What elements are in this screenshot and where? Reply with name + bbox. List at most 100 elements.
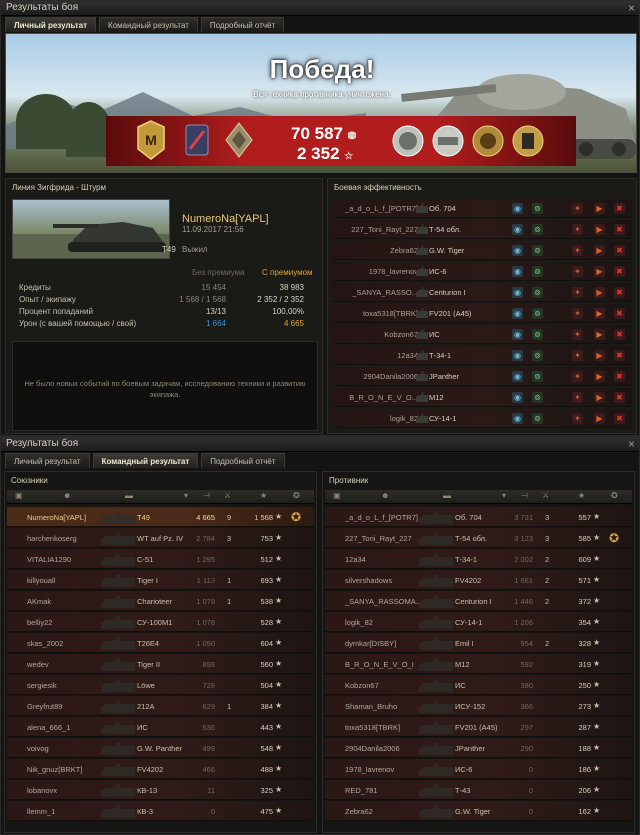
player-row[interactable]: 1978_lavrenov ИС-6 0 186 ★ [325,759,632,779]
player-row[interactable]: silvershadows FV4202 1 661 2 571 ★ [325,570,632,590]
tank-icon [419,637,453,650]
sort-damage-icon[interactable]: ▾ [502,491,506,500]
squad-icon[interactable]: ▣ [15,491,23,500]
player-row[interactable]: Shaman_Bruho ИСУ-152 366 273 ★ [325,696,632,716]
star-icon: ★ [275,554,283,563]
critical-hit-icon: ✦ [572,245,583,256]
damage-value: 629 [202,702,215,711]
player-name: wedev [27,660,49,669]
kills-icon[interactable]: ⚔ [542,491,549,500]
star-icon: ★ [593,701,601,710]
assist-icon: ⊚ [532,203,543,214]
damage-icon[interactable]: ⊣ [203,491,210,500]
player-row[interactable]: logik_82 СУ-14-1 1 206 354 ★ [325,612,632,632]
efficiency-tank-name: G.W. Tiger [429,246,465,255]
sort-damage-icon[interactable]: ▾ [184,491,188,500]
efficiency-row[interactable]: toxa5318[TBRK] FV201 (A45) ◉ ⊚ ✦ ▶ ✖ [332,304,632,323]
tank-name: СУ-100М1 [137,618,173,627]
tank-type-icon[interactable]: ▬ [443,491,451,500]
kills-value: 1 [227,702,232,711]
close-icon[interactable]: × [628,437,635,451]
player-row[interactable]: belliy22 СУ-100М1 1 078 528 ★ [7,612,314,632]
damage-value: 0 [528,765,533,774]
experience-icon[interactable]: ★ [260,491,267,500]
experience-earned: 2 352 ☆ [297,144,354,163]
tab-detailed-report[interactable]: Подробный отчёт [200,17,285,32]
kills-icon[interactable]: ⚔ [224,491,231,500]
efficiency-row[interactable]: Kobzon67 ИС ◉ ⊚ ✦ ▶ ✖ [332,325,632,344]
medal-icon: ✪ [609,531,620,545]
efficiency-row[interactable]: _a_d_o_L_f_[POTR7] Об. 704 ◉ ⊚ ✦ ▶ ✖ [332,199,632,218]
tab-personal-result[interactable]: Личный результат [5,453,90,468]
tank-type-icon[interactable]: ▬ [125,491,133,500]
experience-icon[interactable]: ★ [578,491,585,500]
titlebar: Результаты боя × [1,1,639,16]
player-row[interactable]: _a_d_o_L_f_[POTR7] Об. 704 3 731 3 557 ★ [325,507,632,527]
player-row[interactable]: sergiesik Löwe 728 504 ★ [7,675,314,695]
player-row[interactable]: Greyfrut89 212A 629 1 384 ★ [7,696,314,716]
tab-personal-result[interactable]: Личный результат [5,17,97,32]
damage-value: 11 [207,786,215,795]
squad-icon[interactable]: ▣ [333,491,341,500]
player-row[interactable]: Nik_gnuz[BRKT] FV4202 466 488 ★ [7,759,314,779]
efficiency-row[interactable]: B_R_O_N_E_V_O... M12 ◉ ⊚ ✦ ▶ ✖ [332,388,632,407]
player-row[interactable]: 2904Danila2006 JPanther 290 188 ★ [325,738,632,758]
tab-team-result[interactable]: Командный результат [92,453,199,468]
window-title: Результаты боя [6,438,79,449]
player-row[interactable]: harchenkoserg WT auf Pz. IV 2 784 3 753 ★ [7,528,314,548]
efficiency-row[interactable]: 2904Danila2006 JPanther ◉ ⊚ ✦ ▶ ✖ [332,367,632,386]
star-icon: ★ [593,512,601,521]
player-name: RED_781 [345,786,378,795]
star-icon: ★ [275,701,283,710]
tank-icon [419,553,453,566]
player-row[interactable]: 12a34 Т-34-1 2 002 2 609 ★ [325,549,632,569]
player-row[interactable]: AKmak Charioteer 1 078 1 538 ★ [7,591,314,611]
efficiency-row[interactable]: 12a34 Т-34-1 ◉ ⊚ ✦ ▶ ✖ [332,346,632,365]
efficiency-row[interactable]: _SANYA_RASSO... Centurion I ◉ ⊚ ✦ ▶ ✖ [332,283,632,302]
medals-icon[interactable]: ✪ [611,491,618,500]
player-row[interactable]: Zebra62 G.W. Tiger 0 162 ★ [325,801,632,821]
tank-name: Charioteer [137,597,173,606]
tank-name: FV4202 [455,576,482,585]
tab-team-result[interactable]: Командный результат [99,17,198,32]
player-row[interactable]: Kobzon67 ИС 380 250 ★ [325,675,632,695]
medals-icon[interactable]: ✪ [293,491,300,500]
player-row[interactable]: skas_2002 T26E4 1 050 604 ★ [7,633,314,653]
efficiency-row[interactable]: logik_82 СУ-14-1 ◉ ⊚ ✦ ▶ ✖ [332,409,632,428]
player-row[interactable]: _SANYA_RASSOMA... Centurion I 1 446 2 372 ★ [325,591,632,611]
damage-value: 1 050 [196,639,215,648]
efficiency-tank-name: Т-34-1 [429,351,452,360]
player-row[interactable]: alena_666_1 ИС 536 443 ★ [7,717,314,737]
efficiency-row[interactable]: Zebra62 G.W. Tiger ◉ ⊚ ✦ ▶ ✖ [332,241,632,260]
experience-value: 1 568 [254,513,273,522]
player-row[interactable]: wedev Tiger II 898 560 ★ [7,654,314,674]
player-name: 1978_lavrenov [345,765,395,774]
efficiency-row[interactable]: 227_Toni_Rayt_227 Т-54 обл. ◉ ⊚ ✦ ▶ ✖ [332,220,632,239]
battle-result-title: Победа! [269,54,375,84]
tank-image [13,222,169,258]
player-row[interactable]: B_R_O_N_E_V_O_I M12 592 319 ★ [325,654,632,674]
close-icon[interactable]: × [628,1,635,15]
player-row[interactable]: RED_781 Т-43 0 206 ★ [325,780,632,800]
player-row[interactable]: toxa5318[TBRK] FV201 (A45) 297 287 ★ [325,717,632,737]
star-icon: ☆ [344,151,354,162]
player-row[interactable]: dymkar[DISBY] Emil I 954 2 328 ★ [325,633,632,653]
star-icon: ★ [275,638,283,647]
player-row[interactable]: voivog G.W. Panther 499 548 ★ [7,738,314,758]
damage-icon[interactable]: ⊣ [521,491,528,500]
player-row[interactable]: llemm_1 КВ-3 0 475 ★ [7,801,314,821]
efficiency-player-name: 227_Toni_Rayt_227 [351,225,418,234]
tank-icon [101,784,135,797]
tank-icon [101,637,135,650]
player-row[interactable]: killyouall Tiger I 1 113 1 693 ★ [7,570,314,590]
player-row[interactable]: 227_Toni_Rayt_227 Т-54 обл. 3 123 3 585 ★ ✪ [325,528,632,548]
player-row[interactable]: VITALIA1290 С-51 1 295 512 ★ [7,549,314,569]
efficiency-row[interactable]: 1978_lavrenov ИС-6 ◉ ⊚ ✦ ▶ ✖ [332,262,632,281]
tab-detailed-report[interactable]: Подробный отчёт [201,453,285,468]
player-row[interactable]: lobanovx КВ-13 11 325 ★ [7,780,314,800]
player-row[interactable]: NumeroNa[YAPL] T49 4 665 9 1 568 ★ ✪ [7,507,314,527]
player-icon[interactable]: ☻ [381,491,389,500]
star-icon: ★ [593,785,601,794]
coins-icon: ⛃ [347,131,357,142]
player-icon[interactable]: ☻ [63,491,71,500]
